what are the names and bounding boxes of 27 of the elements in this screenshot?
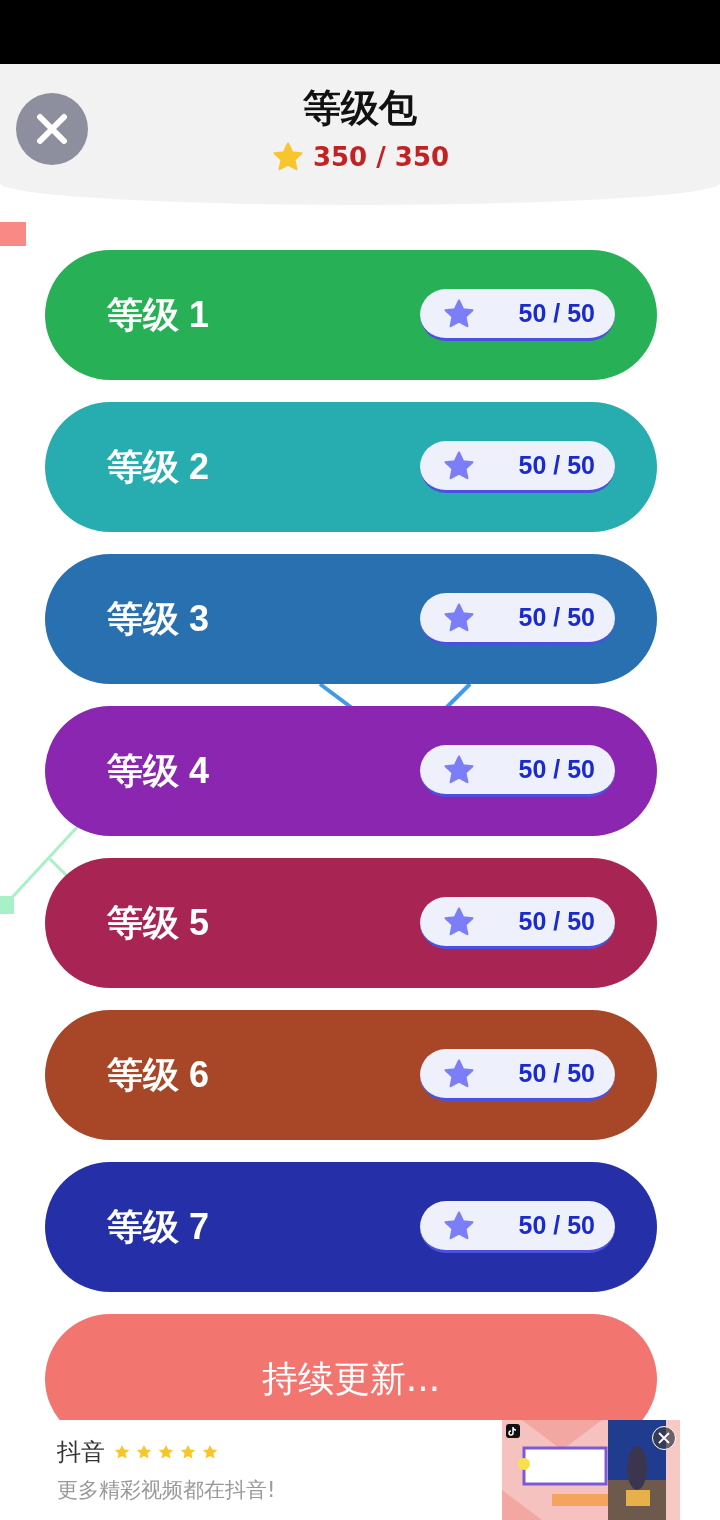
- page-title: 等级包: [303, 85, 417, 132]
- level-button[interactable]: 等级 1 50 / 50: [45, 250, 657, 380]
- star-icon: [135, 1443, 153, 1461]
- stars-count: 50 / 50: [518, 1211, 595, 1240]
- stars-count: 50 / 50: [518, 299, 595, 328]
- star-icon: [113, 1443, 131, 1461]
- ad-title: 抖音: [57, 1437, 105, 1468]
- level-button[interactable]: 等级 4 50 / 50: [45, 706, 657, 836]
- stars-count: 50 / 50: [518, 907, 595, 936]
- star-icon: [157, 1443, 175, 1461]
- star-icon: [201, 1443, 219, 1461]
- decoration-square: [0, 222, 26, 246]
- level-button[interactable]: 等级 2 50 / 50: [45, 402, 657, 532]
- stars-count: 50 / 50: [518, 755, 595, 784]
- level-button[interactable]: 等级 7 50 / 50: [45, 1162, 657, 1292]
- level-button[interactable]: 等级 5 50 / 50: [45, 858, 657, 988]
- level-button[interactable]: 等级 3 50 / 50: [45, 554, 657, 684]
- close-icon: [35, 112, 69, 146]
- stars-count: 50 / 50: [518, 451, 595, 480]
- total-stars-count: 350 / 350: [312, 142, 450, 172]
- ad-subtitle: 更多精彩视频都在抖音!: [57, 1477, 276, 1504]
- level-button[interactable]: 等级 6 50 / 50: [45, 1010, 657, 1140]
- close-icon: [658, 1432, 670, 1444]
- stars-count: 50 / 50: [518, 1059, 595, 1088]
- stars-count: 50 / 50: [518, 603, 595, 632]
- app-logo-icon: [506, 1424, 520, 1438]
- star-icon: [179, 1443, 197, 1461]
